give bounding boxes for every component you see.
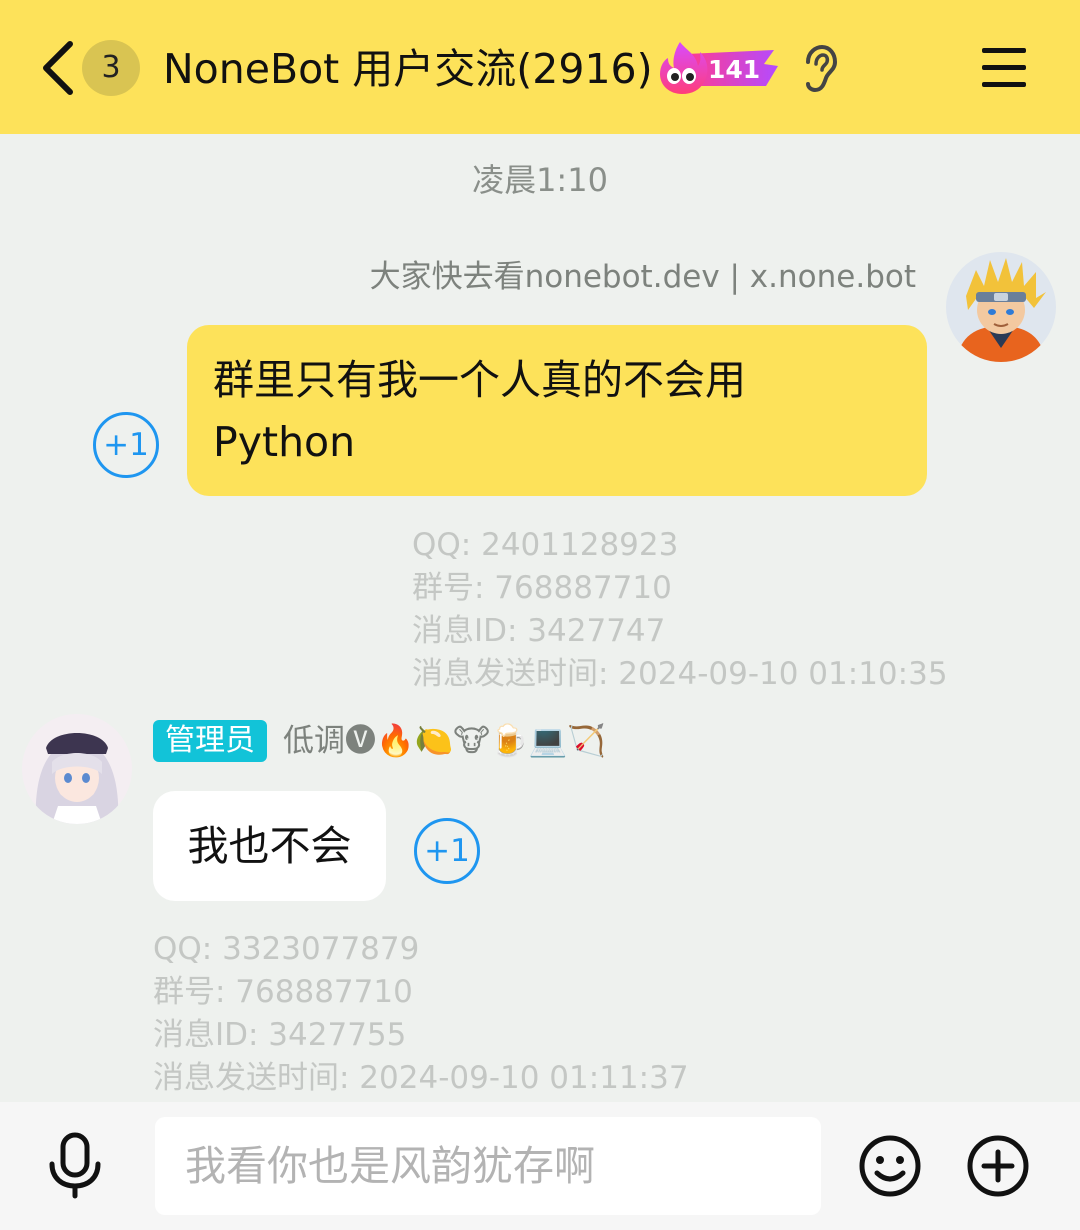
microphone-icon[interactable] [44,1132,106,1200]
meta-sent-time: 消息发送时间: 2024-09-10 01:10:35 [412,656,948,692]
meta-group: 群号: 768887710 [153,974,413,1010]
sender-name[interactable]: 低调🅥🔥🍋🐮🍺💻🏹 [283,718,606,764]
unread-count-badge[interactable]: 3 [82,40,140,96]
emoji-icon[interactable] [858,1134,922,1198]
menu-icon[interactable] [980,46,1028,90]
chat-header: 3 NoneBot 用户交流(2916) 141 [0,0,1080,134]
message-input[interactable]: 我看你也是风韵犹存啊 [155,1117,821,1215]
admin-role-tag: 管理员 [153,720,267,762]
back-arrow-icon[interactable] [36,38,80,98]
plus-one-button[interactable]: +1 [93,412,159,478]
message-text-line: Python [213,418,356,466]
input-bar: 我看你也是风韵犹存啊 [0,1102,1080,1230]
message-text-line: 群里只有我一个人真的不会用 [213,356,746,404]
meta-message-id: 消息ID: 3427747 [412,613,666,649]
add-icon[interactable] [966,1134,1030,1198]
message-meta: QQ: 3323077879 群号: 768887710 消息ID: 34277… [153,928,689,1100]
meta-message-id: 消息ID: 3427755 [153,1017,407,1053]
plus-one-button[interactable]: +1 [414,818,480,884]
group-title[interactable]: NoneBot 用户交流(2916) [163,40,653,98]
ear-mode-icon[interactable] [800,44,838,94]
meta-sent-time: 消息发送时间: 2024-09-10 01:11:37 [153,1060,689,1096]
meta-qq: QQ: 2401128923 [412,527,679,563]
message-bubble[interactable]: 群里只有我一个人真的不会用 Python [187,325,927,496]
sender-name[interactable]: 大家快去看nonebot.dev | x.none.bot [370,254,916,300]
avatar[interactable] [22,714,132,824]
meta-qq: QQ: 3323077879 [153,931,420,967]
fire-count-label: 141 [708,55,761,84]
meta-group: 群号: 768887710 [412,570,672,606]
message-bubble[interactable]: 我也不会 [153,791,386,901]
message-meta: QQ: 2401128923 群号: 768887710 消息ID: 34277… [412,524,948,696]
avatar[interactable] [946,252,1056,362]
time-divider: 凌晨1:10 [472,161,608,199]
